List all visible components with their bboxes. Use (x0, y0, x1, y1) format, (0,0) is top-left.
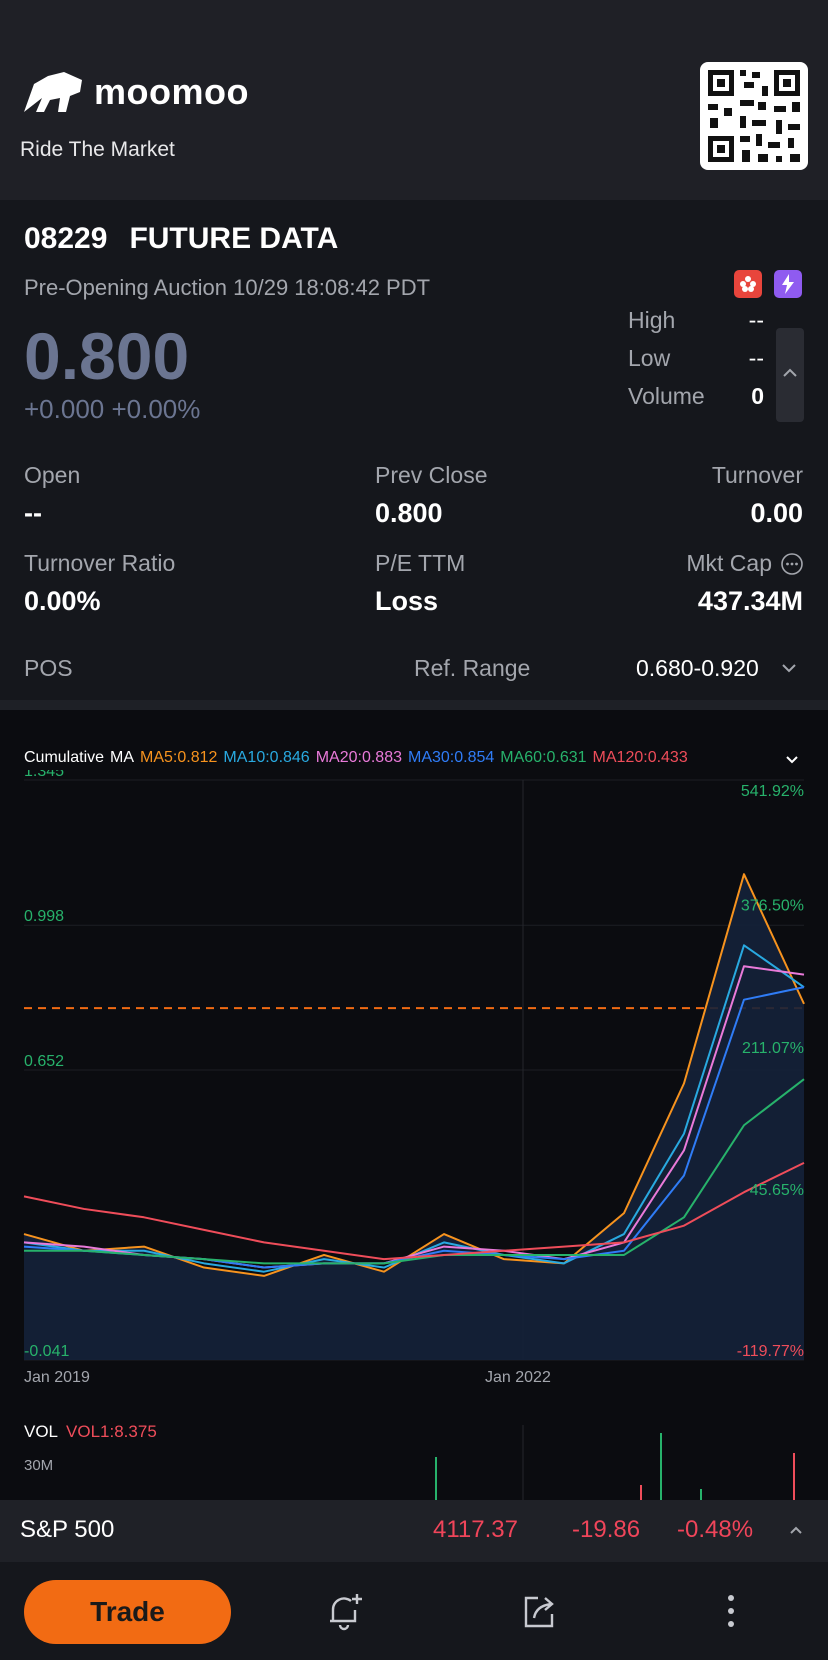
ma-indicator-label: MA (110, 749, 135, 766)
market-index-bar[interactable]: S&P 500 4117.37 -19.86 -0.48% (0, 1500, 828, 1562)
ma10-value: MA10:0.846 (223, 749, 310, 766)
chevron-up-icon (783, 368, 797, 377)
open-value: -- (24, 498, 42, 528)
ma20-value: MA20:0.883 (315, 749, 402, 766)
section-divider (0, 700, 828, 710)
turnover-label: Turnover (711, 462, 803, 488)
y-tick-left: -0.041 (24, 1343, 69, 1360)
ref-range-dropdown[interactable] (780, 659, 798, 682)
y-tick-left: 0.652 (24, 1053, 64, 1070)
ma-legend[interactable]: Cumulative MA MA5:0.812 MA10:0.846 MA20:0.88… (24, 749, 804, 767)
y-tick-left: 1.345 (24, 770, 64, 780)
mkt-cap-value: 437.34M (697, 586, 803, 616)
volume-label: Volume (628, 383, 705, 409)
hk-market-icon (734, 270, 762, 298)
chevron-up-icon (790, 1526, 802, 1534)
pe-ttm-label: P/E TTM (375, 550, 466, 576)
y-tick-right: 211.07% (742, 1040, 804, 1057)
turnover-ratio-label: Turnover Ratio (24, 550, 176, 576)
x-tick-label: Jan 2022 (485, 1369, 551, 1386)
y-tick-right: -119.77% (737, 1343, 804, 1360)
high-value: -- (748, 307, 764, 333)
ref-range-label: Ref. Range (414, 655, 531, 681)
chart-mode[interactable]: Cumulative (24, 749, 104, 766)
market-status: Pre-Opening Auction 10/29 18:08:42 PDT (24, 275, 431, 300)
moomoo-logo: moomoo (20, 70, 249, 114)
chart-area[interactable]: Cumulative MA MA5:0.812 MA10:0.846 MA20:0.88… (0, 710, 828, 1505)
chevron-down-icon (782, 664, 796, 673)
brand-name: moomoo (94, 71, 249, 112)
high-label: High (628, 307, 676, 333)
mkt-cap-label: Mkt Cap (686, 550, 772, 576)
index-name: S&P 500 (20, 1516, 115, 1543)
chevron-down-icon (786, 756, 798, 764)
ma120-value: MA120:0.433 (592, 749, 688, 766)
index-value: 4117.37 (433, 1516, 518, 1543)
open-label: Open (24, 462, 81, 488)
x-tick-label: Jan 2019 (24, 1369, 90, 1386)
low-label: Low (628, 345, 671, 371)
index-change: -19.86 (572, 1516, 641, 1543)
y-tick-right: 541.92% (741, 783, 804, 800)
stock-title: 08229 FUTURE DATA (24, 222, 360, 256)
volume-value: 0 (751, 383, 764, 409)
share-icon[interactable] (518, 1590, 560, 1637)
qr-code-icon (700, 62, 808, 170)
y-tick-left: 0.998 (24, 908, 64, 925)
turnover-value: 0.00 (750, 498, 803, 528)
stock-name: FUTURE DATA (129, 222, 339, 255)
tagline: Ride The Market (20, 138, 175, 161)
ma5-value: MA5:0.812 (140, 749, 218, 766)
expand-index-button[interactable] (788, 1522, 804, 1543)
y-tick-right: 45.65% (750, 1182, 804, 1199)
collapse-quote-button[interactable] (776, 328, 804, 422)
add-alert-icon[interactable] (324, 1590, 366, 1637)
more-options-icon[interactable] (716, 1590, 746, 1637)
stock-code: 08229 (24, 222, 108, 255)
app-banner: moomoo Ride The Market (0, 0, 828, 200)
trade-button[interactable]: Trade (24, 1580, 231, 1644)
prev-close-label: Prev Close (375, 462, 488, 488)
volume-chart[interactable] (0, 1425, 828, 1505)
prev-close-value: 0.800 (375, 498, 443, 528)
ref-range-value: 0.680-0.920 (636, 655, 759, 681)
quote-panel: 08229 FUTURE DATA Pre-Opening Auction 10/… (0, 200, 828, 700)
index-change-pct: -0.48% (677, 1516, 754, 1543)
price-chart[interactable]: 1.345 0.998 0.652 -0.041 541.92% 376.50% 211.0… (0, 770, 828, 1410)
ma60-value: MA60:0.631 (500, 749, 587, 766)
y-tick-right: 376.50% (741, 898, 804, 915)
pos-label[interactable]: POS (24, 655, 73, 682)
ma30-value: MA30:0.854 (407, 749, 495, 766)
zero-commission-icon (774, 270, 802, 298)
pe-ttm-value: Loss (375, 586, 439, 616)
bull-logo-icon (24, 72, 82, 112)
more-info-icon[interactable] (780, 552, 804, 581)
low-value: -- (748, 345, 764, 371)
price-area (24, 874, 804, 1360)
price-change: +0.000 +0.00% (24, 394, 201, 424)
last-price: 0.800 (24, 319, 190, 393)
turnover-ratio-value: 0.00% (24, 586, 101, 616)
bottom-toolbar: Trade (0, 1562, 828, 1660)
